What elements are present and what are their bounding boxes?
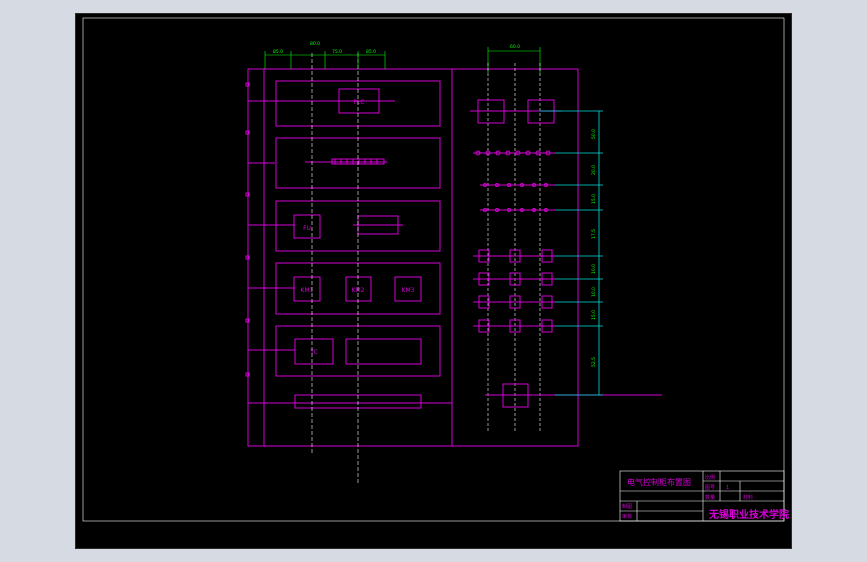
svg-text:52.5: 52.5	[591, 357, 597, 367]
svg-text:比例: 比例	[705, 474, 715, 481]
km3-label: KM3	[402, 287, 415, 294]
dim-right-top: 60.0	[510, 44, 520, 50]
dim-top-center: 75.0	[332, 49, 342, 55]
plc-label: PLC	[353, 99, 364, 106]
pushbutton-rows	[473, 150, 555, 212]
svg-text:数量: 数量	[705, 494, 715, 501]
svg-text:15.0: 15.0	[591, 310, 597, 320]
left-terminal-ticks	[245, 82, 295, 377]
svg-text:17.5: 17.5	[591, 229, 597, 239]
svg-text:图号: 图号	[705, 485, 715, 491]
tc-label: TC	[309, 349, 318, 356]
svg-text:10.0: 10.0	[591, 287, 597, 297]
drawing-sheet: PLC FU KM1 KM2 KM3 TC 85.0 80.0 75.0 85.…	[82, 17, 789, 522]
fu-label: FU	[303, 225, 311, 232]
cad-viewport[interactable]: PLC FU KM1 KM2 KM3 TC 85.0 80.0 75.0 85.…	[75, 13, 792, 549]
scale-value: 1	[726, 485, 729, 491]
school-name: 无锡职业技术学院	[708, 508, 789, 521]
dim-top-right: 85.0	[366, 49, 376, 55]
transformer-block	[345, 338, 422, 365]
svg-text:10.0: 10.0	[591, 264, 597, 274]
svg-text:审核: 审核	[622, 513, 632, 520]
svg-text:制图: 制图	[622, 503, 632, 510]
material-label: 材料	[743, 494, 753, 501]
centre-lines	[311, 53, 359, 485]
svg-text:15.0: 15.0	[591, 194, 597, 204]
svg-text:20.0: 20.0	[591, 165, 597, 175]
drawing-name: 电气控制柜布置图	[627, 477, 691, 487]
dim-top-left: 85.0	[273, 49, 283, 55]
svg-text:50.0: 50.0	[591, 129, 597, 139]
km1-label: KM1	[301, 287, 314, 294]
relay-grid	[473, 249, 555, 333]
dim-top-mid: 80.0	[310, 41, 320, 47]
